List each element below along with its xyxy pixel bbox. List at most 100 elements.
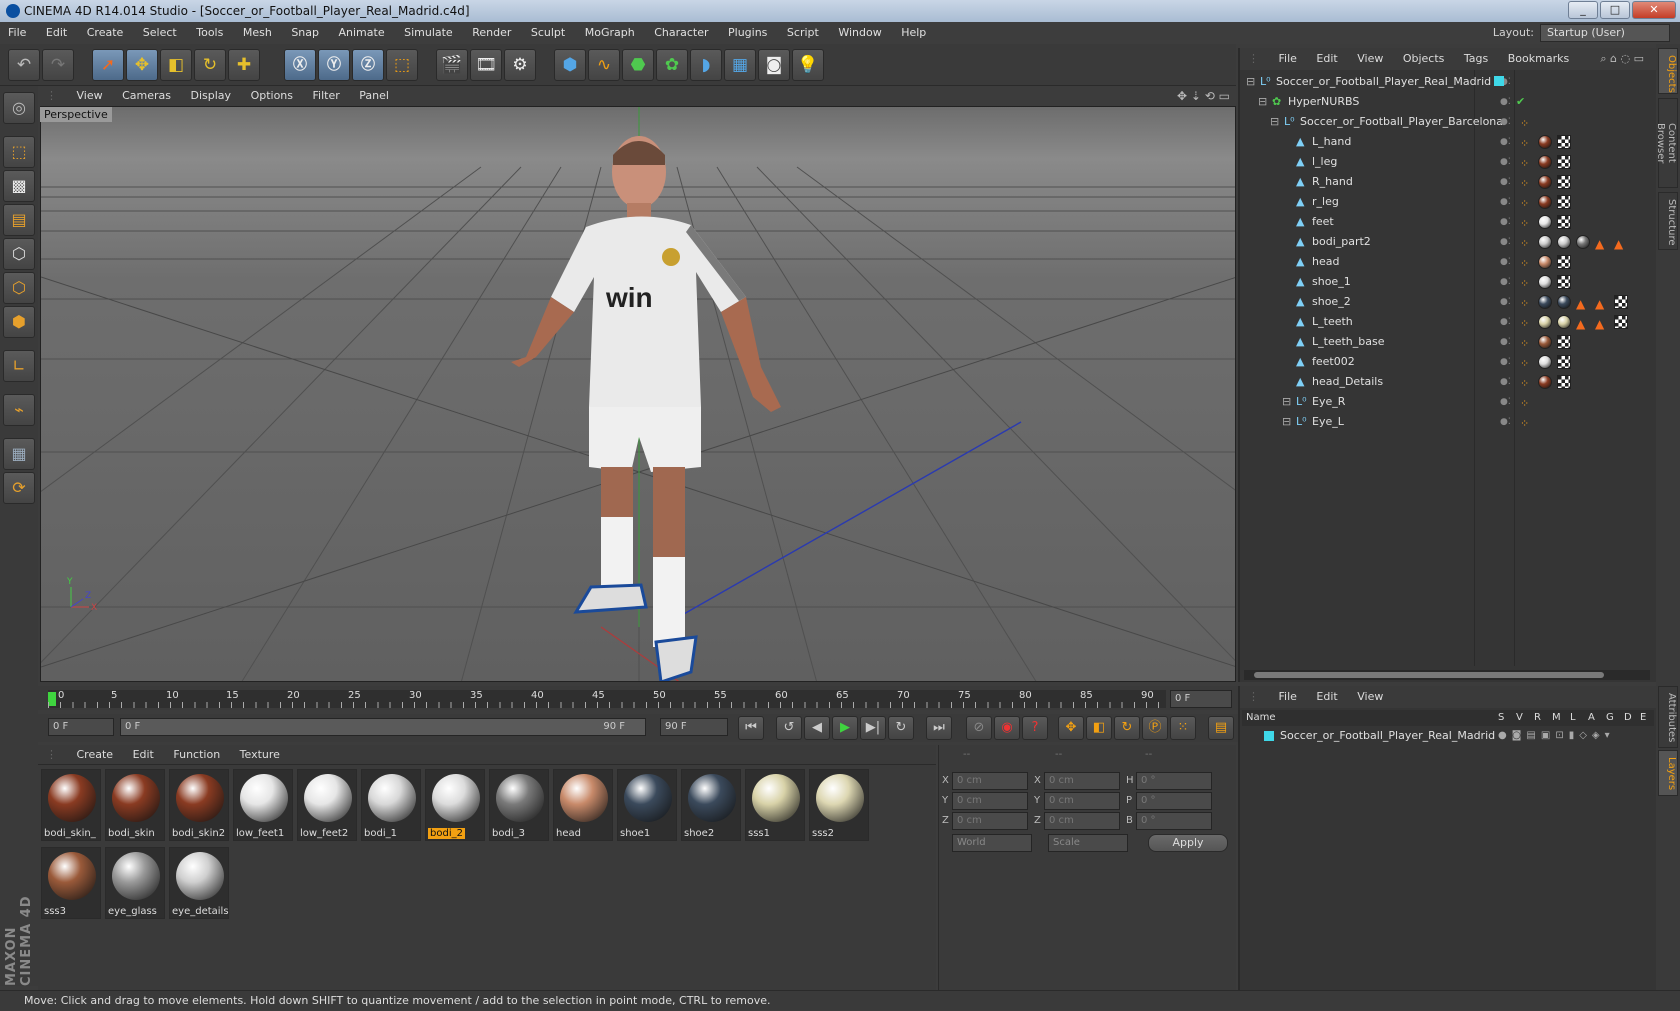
rotate-icon[interactable]: ↻ [194,49,226,81]
polygons-mode-icon[interactable]: ⬢ [3,306,35,338]
material-swatch[interactable]: sss3 [41,847,101,919]
visibility-dots-icon[interactable]: ●⁚ [1500,152,1511,172]
keyframe-help-icon[interactable]: ? [1022,716,1048,740]
obj-menu-edit[interactable]: Edit [1316,52,1337,65]
material-swatch[interactable]: bodi_3 [489,769,549,841]
layer-color-icon[interactable] [1494,76,1504,86]
add-icon[interactable]: ✚ [228,49,260,81]
visibility-dots-icon[interactable]: ●⁚ [1500,332,1511,352]
record-keys-icon[interactable]: ⊘ [966,716,992,740]
visibility-dots-icon[interactable]: ●⁚ [1500,312,1511,332]
close-button[interactable]: ✕ [1632,1,1676,19]
coord-value-field[interactable]: 0 cm [952,812,1028,830]
visibility-dots-icon[interactable]: ●⁚ [1500,252,1511,272]
menu-create[interactable]: Create [87,26,124,39]
visibility-dots-icon[interactable]: ●⁚ [1500,292,1511,312]
menu-sculpt[interactable]: Sculpt [531,26,565,39]
texture-tag-icon[interactable] [1538,235,1552,249]
obj-menu-view[interactable]: View [1357,52,1383,65]
texture-tag-icon[interactable] [1538,195,1552,209]
tab-objects[interactable]: Objects [1658,48,1678,94]
object-row[interactable]: ▲ bodi_part2 ●⁚ ⁘ ▲ ▲ [1242,232,1654,252]
tab-layers[interactable]: Layers [1658,750,1678,796]
uvw-tag-icon[interactable] [1614,295,1628,309]
tab-structure[interactable]: Structure [1658,192,1678,250]
mat-menu-texture[interactable]: Texture [240,748,280,761]
uvw-tag-icon[interactable] [1557,215,1571,229]
phong-tag-icon[interactable]: ⁘ [1520,274,1529,294]
layer-color-swatch[interactable] [1264,731,1274,741]
coord-value-field[interactable]: 0 cm [1044,792,1120,810]
next-key-icon[interactable]: ↻ [888,716,914,740]
object-row[interactable]: ⊟ L⁰ Soccer_or_Football_Player_Barcelona ●⁚… [1242,112,1654,132]
material-swatch[interactable]: low_feet2 [297,769,357,841]
start-frame-field[interactable]: 0 F [48,718,114,736]
object-row[interactable]: ▲ R_hand ●⁚ ⁘ [1242,172,1654,192]
texture-tag-icon[interactable] [1538,155,1552,169]
locked-workplane-icon[interactable]: ⟳ [3,472,35,504]
nurbs-icon[interactable]: ⬣ [622,49,654,81]
uvw-tag-icon[interactable] [1557,255,1571,269]
object-row[interactable]: ▲ feet002 ●⁚ ⁘ [1242,352,1654,372]
object-row[interactable]: ▲ shoe_2 ●⁚ ⁘ ▲ ▲ [1242,292,1654,312]
material-swatch[interactable]: eye_glass [105,847,165,919]
y-axis-icon[interactable]: Ⓨ [318,49,350,81]
object-row[interactable]: ⊟ L⁰ Eye_L ●⁚ ⁘ [1242,412,1654,432]
phong-tag-icon[interactable]: ⁘ [1520,414,1529,434]
coord-value-field[interactable]: 0 cm [1044,812,1120,830]
redo-icon[interactable]: ↷ [42,49,74,81]
material-swatch[interactable]: bodi_1 [361,769,421,841]
expand-toggle-icon[interactable]: ⊟ [1270,116,1280,128]
selection-tag-icon[interactable]: ▲ [1595,314,1604,334]
goto-end-icon[interactable]: ⏭ [926,716,952,740]
phong-tag-icon[interactable]: ⁘ [1520,374,1529,394]
uvw-tag-icon[interactable] [1557,135,1571,149]
texture-tag-icon[interactable] [1576,235,1590,249]
workplane-icon[interactable]: ▤ [3,204,35,236]
menu-script[interactable]: Script [787,26,819,39]
key-rotation-icon[interactable]: ↻ [1114,716,1140,740]
floor-icon[interactable]: ▦ [724,49,756,81]
menu-simulate[interactable]: Simulate [404,26,453,39]
autokey-icon[interactable]: ◉ [994,716,1020,740]
camera-icon[interactable]: ◙ [758,49,790,81]
enabled-check-icon[interactable]: ✔ [1516,92,1525,112]
texture-tag-icon[interactable] [1538,315,1552,329]
coordinate-system-icon[interactable]: ⬚ [386,49,418,81]
expand-toggle-icon[interactable]: ⊟ [1282,396,1292,408]
layer-menu-edit[interactable]: Edit [1316,690,1337,703]
render-settings-icon[interactable]: ⚙ [504,49,536,81]
visibility-dots-icon[interactable]: ●⁚ [1500,132,1511,152]
texture-tag-icon[interactable] [1557,295,1571,309]
coord-value-field[interactable]: 0 ° [1136,812,1212,830]
layer-row[interactable]: Soccer_or_Football_Player_Real_Madrid ●◙… [1242,727,1654,745]
menu-render[interactable]: Render [472,26,511,39]
layer-menu-file[interactable]: File [1279,690,1297,703]
coord-space-dropdown[interactable]: World [952,834,1032,852]
menu-edit[interactable]: Edit [46,26,67,39]
viewport-nav-icons[interactable]: ✥ ⇣ ⟲ ▭ [1177,86,1230,106]
uvw-tag-icon[interactable] [1557,175,1571,189]
material-swatch[interactable]: eye_details [169,847,229,919]
obj-menu-tags[interactable]: Tags [1464,52,1488,65]
phong-tag-icon[interactable]: ⁘ [1520,114,1529,134]
viewport-menu-panel[interactable]: Panel [359,89,389,102]
play-icon[interactable]: ▶ [832,716,858,740]
visibility-dots-icon[interactable]: ●⁚ [1500,212,1511,232]
menu-snap[interactable]: Snap [291,26,319,39]
undo-icon[interactable]: ↶ [8,49,40,81]
texture-tag-icon[interactable] [1538,355,1552,369]
obj-menu-bookmarks[interactable]: Bookmarks [1508,52,1569,65]
uvw-tag-icon[interactable] [1557,195,1571,209]
viewport-menu-cameras[interactable]: Cameras [122,89,171,102]
phong-tag-icon[interactable]: ⁘ [1520,354,1529,374]
viewport-menu-view[interactable]: View [77,89,103,102]
layer-flag-icons[interactable]: ●◙▤▣⊡▮◇◈▾ [1498,727,1615,745]
menu-file[interactable]: File [8,26,26,39]
phong-tag-icon[interactable]: ⁘ [1520,234,1529,254]
material-swatch[interactable]: sss2 [809,769,869,841]
render-view-icon[interactable]: 🎬 [436,49,468,81]
light-icon[interactable]: 💡 [792,49,824,81]
prev-frame-icon[interactable]: ◀ [804,716,830,740]
selection-tag-icon[interactable]: ▲ [1595,234,1604,254]
